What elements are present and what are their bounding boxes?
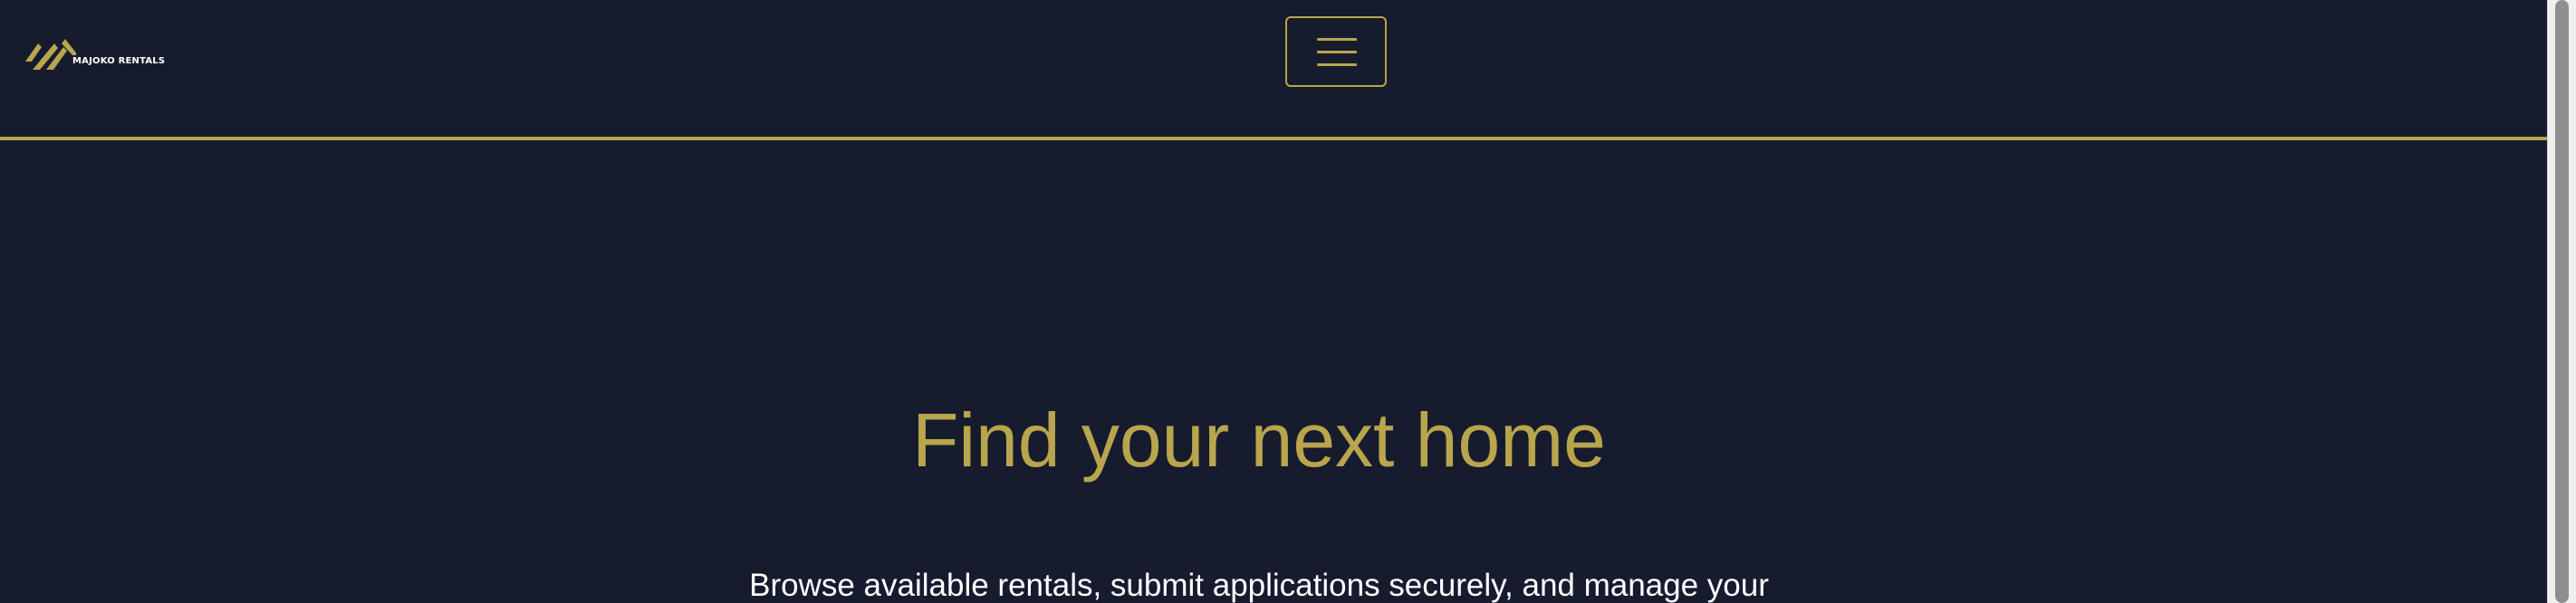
- roof-logo-icon: [25, 39, 76, 70]
- hero-title: Find your next home: [912, 397, 1606, 483]
- brand-logo-link[interactable]: MAJOKO RENTALS: [25, 27, 165, 74]
- vertical-scrollbar[interactable]: [2547, 0, 2576, 603]
- hero-subtitle: Browse available rentals, submit applica…: [749, 568, 1769, 603]
- hamburger-menu-icon: [1317, 63, 1357, 66]
- navbar: MAJOKO RENTALS: [0, 0, 2547, 140]
- scrollbar-thumb[interactable]: [2555, 0, 2569, 603]
- menu-toggle-button[interactable]: [1285, 16, 1387, 87]
- hamburger-menu-icon: [1317, 51, 1357, 53]
- page: MAJOKO RENTALS Find your next home Brows…: [0, 0, 2576, 603]
- hamburger-menu-icon: [1317, 38, 1357, 41]
- brand-name: MAJOKO RENTALS: [72, 56, 166, 66]
